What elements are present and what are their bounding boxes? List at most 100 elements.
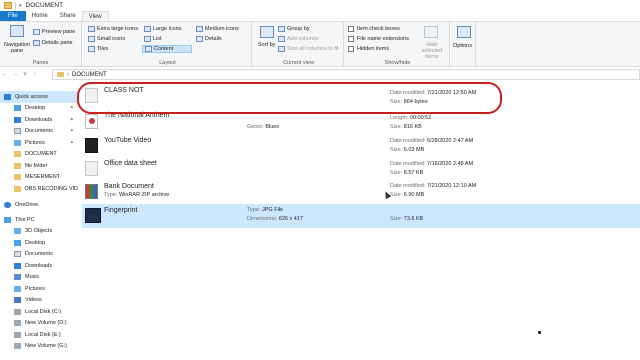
nav-item-obs-recoding[interactable]: OBS RECODING VID bbox=[0, 183, 78, 195]
details-pane-button[interactable]: Details pane bbox=[33, 40, 73, 46]
file-type: Type: JPG File bbox=[247, 207, 283, 213]
tiles-icon bbox=[88, 46, 95, 52]
nav-item-label: Documents bbox=[25, 128, 53, 135]
cube-icon bbox=[14, 228, 21, 235]
chevron-right-icon: › bbox=[67, 71, 69, 78]
size-all-columns-button[interactable]: Size all columns to fit bbox=[278, 46, 339, 52]
options-group: Options bbox=[452, 22, 476, 67]
nav-item-desktop[interactable]: Desktop ✦ bbox=[0, 103, 78, 115]
preview-pane-button[interactable]: Preview pane bbox=[33, 29, 75, 35]
sort-by-icon bbox=[260, 26, 274, 38]
hidden-items-checkbox[interactable] bbox=[348, 46, 354, 52]
nav-item-meserment[interactable]: MESERMENT bbox=[0, 172, 78, 184]
pin-icon: ✦ bbox=[69, 139, 74, 146]
nav-item-label: file folder bbox=[25, 162, 48, 169]
document-icon bbox=[14, 128, 21, 135]
item-check-boxes-checkbox[interactable] bbox=[348, 26, 354, 32]
sort-by-button[interactable]: Sort by bbox=[258, 42, 276, 48]
hide-selected-icon bbox=[424, 26, 438, 38]
meta-value: 8.57 KB bbox=[403, 170, 424, 176]
navigation-pane-button[interactable]: Navigation pane bbox=[2, 42, 32, 54]
pin-icon: ✦ bbox=[69, 105, 74, 112]
nav-item-onedrive[interactable]: OneDrive bbox=[0, 199, 78, 211]
nav-item-label: Local Disk (C:) bbox=[25, 308, 62, 315]
nav-item-local-disk-c[interactable]: Local Disk (C:) bbox=[0, 306, 78, 318]
extra-large-icons-button[interactable]: Extra large icons bbox=[88, 26, 138, 32]
drive-icon bbox=[14, 308, 21, 315]
nav-item-documents[interactable]: Documents ✦ bbox=[0, 126, 78, 138]
nav-item-music[interactable]: Music bbox=[0, 272, 78, 284]
up-icon[interactable]: ↑ bbox=[30, 71, 40, 78]
tab-view[interactable]: View bbox=[81, 11, 109, 21]
meta-value: JPG File bbox=[261, 207, 284, 213]
nav-item-new-volume-g[interactable]: New Volume (G:) bbox=[0, 341, 78, 353]
video-file-icon bbox=[85, 138, 98, 153]
add-columns-label: Add columns bbox=[287, 36, 319, 42]
audio-file-icon bbox=[85, 114, 98, 129]
list-button[interactable]: List bbox=[144, 36, 162, 42]
tiles-button[interactable]: Tiles bbox=[88, 46, 108, 52]
file-row-office-data-sheet[interactable]: Office data sheet Date modified: 7/16/20… bbox=[82, 157, 640, 181]
nav-item-pictures-pc[interactable]: Pictures bbox=[0, 283, 78, 295]
nav-item-label: 3D Objects bbox=[25, 228, 53, 235]
nav-item-pictures[interactable]: Pictures ✦ bbox=[0, 137, 78, 149]
hide-selected-items-button[interactable]: Hide selected items bbox=[418, 42, 446, 60]
meta-value: Blues bbox=[265, 124, 280, 130]
forward-icon[interactable]: → bbox=[10, 71, 20, 78]
panes-group-label: Panes bbox=[32, 60, 49, 66]
nav-item-new-volume-d[interactable]: New Volume (D:) bbox=[0, 318, 78, 330]
desktop-icon bbox=[14, 239, 21, 246]
file-size: Size: 73.6 KB bbox=[390, 216, 423, 222]
small-icons-button[interactable]: Small icons bbox=[88, 36, 125, 42]
add-columns-icon bbox=[278, 36, 285, 42]
address-field[interactable]: › DOCUMENT bbox=[52, 69, 640, 80]
file-row-fingerprint[interactable]: Fingerprint Type: JPG File Dimensions: 6… bbox=[82, 204, 640, 228]
tab-share[interactable]: Share bbox=[54, 11, 82, 21]
hidden-items-toggle[interactable]: Hidden items bbox=[348, 46, 389, 52]
item-check-boxes-toggle[interactable]: Item check boxes bbox=[348, 26, 400, 32]
nav-item-label: Desktop bbox=[25, 105, 46, 112]
nav-item-videos[interactable]: Videos bbox=[0, 295, 78, 307]
file-row-youtube-video[interactable]: YouTube Video Date modified: 6/28/2020 2… bbox=[82, 134, 640, 158]
image-file-icon bbox=[85, 208, 101, 223]
details-button[interactable]: Details bbox=[196, 36, 222, 42]
nav-item-label: Pictures bbox=[25, 285, 45, 292]
options-button[interactable]: Options bbox=[453, 43, 472, 49]
nav-item-file-folder[interactable]: file folder bbox=[0, 160, 78, 172]
nav-item-document[interactable]: DOCUMENT bbox=[0, 149, 78, 161]
nav-item-desktop-pc[interactable]: Desktop bbox=[0, 237, 78, 249]
nav-item-quick-access[interactable]: Quick access bbox=[0, 91, 78, 103]
nav-item-downloads-pc[interactable]: Downloads bbox=[0, 260, 78, 272]
meta-value: 626 x 417 bbox=[278, 216, 303, 222]
add-columns-button[interactable]: Add columns bbox=[278, 36, 319, 42]
group-by-button[interactable]: Group by bbox=[278, 26, 310, 32]
nav-item-this-pc[interactable]: This PC bbox=[0, 214, 78, 226]
tab-file[interactable]: File bbox=[0, 11, 26, 21]
file-name-extensions-toggle[interactable]: File name extensions bbox=[348, 36, 409, 42]
details-icon bbox=[196, 36, 203, 42]
recent-locations-icon[interactable]: ▾ bbox=[20, 70, 30, 78]
file-list: CLASS NOT Date modified: 7/21/2020 12:50… bbox=[82, 82, 640, 360]
chevron-down-icon[interactable]: ▾ bbox=[19, 3, 22, 9]
download-icon bbox=[14, 262, 21, 269]
file-row-national-anthem[interactable]: The National Anthem Genre: Blues Length:… bbox=[82, 112, 640, 134]
medium-icons-button[interactable]: Medium icons bbox=[196, 26, 239, 32]
drive-icon bbox=[14, 343, 21, 350]
nav-item-3d-objects[interactable]: 3D Objects bbox=[0, 226, 78, 238]
file-name-extensions-checkbox[interactable] bbox=[348, 36, 354, 42]
meta-value: WinRAR ZIP archive bbox=[118, 192, 170, 198]
content-button[interactable]: Content bbox=[142, 45, 192, 53]
nav-item-downloads[interactable]: Downloads ✦ bbox=[0, 114, 78, 126]
file-row-bank-document[interactable]: Bank Document Type: WinRAR ZIP archive D… bbox=[82, 180, 640, 204]
large-icons-button[interactable]: Large icons bbox=[144, 26, 181, 32]
nav-item-label: This PC bbox=[15, 216, 35, 223]
back-icon[interactable]: ← bbox=[0, 71, 10, 78]
nav-item-local-disk-e[interactable]: Local Disk (E:) bbox=[0, 329, 78, 341]
extra-large-icons-label: Extra large icons bbox=[97, 26, 138, 32]
preview-pane-icon bbox=[33, 29, 40, 35]
tab-home[interactable]: Home bbox=[26, 11, 54, 21]
meta-key: Date modified: bbox=[390, 183, 426, 189]
cursor-dot bbox=[538, 331, 541, 334]
nav-item-documents-pc[interactable]: Documents bbox=[0, 249, 78, 261]
folder-icon bbox=[14, 174, 21, 181]
